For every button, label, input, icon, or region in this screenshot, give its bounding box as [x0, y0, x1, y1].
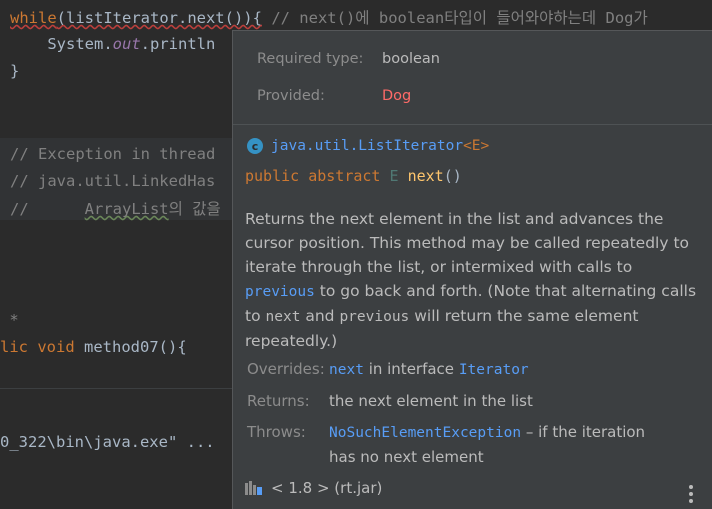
sig-name: next [407, 167, 444, 185]
provided-value: Dog [382, 88, 412, 104]
type-mismatch-section: Required type: boolean Provided: Dog [233, 31, 712, 123]
exception-link[interactable]: NoSuchElementException [329, 425, 521, 441]
arraylist-word: ArrayList [84, 200, 169, 218]
next-code: next [265, 309, 301, 325]
more-vertical-icon[interactable] [689, 485, 693, 503]
overrides-method-link[interactable]: next [329, 362, 364, 378]
overrides-mid: in interface [363, 360, 459, 378]
comment-suffix: 의 값을 [168, 200, 221, 218]
method-declaration[interactable]: lic void method07(){ [0, 335, 187, 359]
documentation-section: c java.util.ListIterator<E> public abstr… [233, 125, 712, 509]
class-link[interactable]: java.util.ListIterator<E> [271, 138, 489, 154]
sig-type: E [389, 167, 399, 185]
code-line-println[interactable]: System.out.println [10, 32, 215, 56]
previous-code: previous [339, 309, 410, 325]
throws-value: NoSuchElementException – if the iteratio… [329, 420, 669, 469]
code-line-close-brace[interactable]: } [10, 59, 19, 83]
returns-label: Returns: [247, 392, 310, 410]
quick-documentation-popup[interactable]: Required type: boolean Provided: Dog c j… [232, 30, 712, 509]
class-generic: <E> [463, 138, 490, 154]
overrides-label: Overrides: [247, 360, 325, 378]
throws-label: Throws: [247, 423, 306, 441]
inline-comment: // next()에 boolean타입이 들어와야하는데 Dog가 [261, 9, 648, 27]
method-parens: (){ [158, 338, 187, 356]
desc-text-3: and [300, 307, 340, 325]
returns-value: the next element in the list [329, 392, 533, 410]
desc-text-1: Returns the next element in the list and… [245, 210, 690, 276]
provided-label: Provided: [257, 88, 325, 104]
class-header[interactable]: c java.util.ListIterator<E> [247, 135, 489, 157]
keyword-while: while [10, 9, 57, 27]
method-modifiers: lic void [0, 338, 84, 356]
method-signature: public abstract E next() [245, 167, 462, 185]
method-name: method07 [84, 338, 159, 356]
out-field: out [112, 35, 141, 53]
system-prefix: System. [10, 35, 113, 53]
while-condition: (listIterator.next()){ [56, 9, 262, 27]
library-footer: < 1.8 > (rt.jar) [245, 479, 382, 497]
comment-exception[interactable]: // Exception in thread [10, 142, 215, 166]
sig-abstract: abstract [308, 167, 381, 185]
javadoc-star: * [0, 311, 19, 329]
overrides-value: next in interface Iterator [329, 357, 669, 382]
code-line-while[interactable]: while(listIterator.next()){ // next()에 b… [10, 6, 648, 30]
method-description: Returns the next element in the list and… [245, 207, 697, 353]
sig-public: public [245, 167, 300, 185]
class-name: java.util.ListIterator [271, 138, 464, 154]
sig-parens: () [443, 167, 462, 185]
required-type-label: Required type: [257, 51, 364, 67]
library-text: < 1.8 > (rt.jar) [271, 479, 383, 497]
run-command-line[interactable]: 0_322\bin\java.exe" ... [0, 433, 215, 451]
required-type-value: boolean [382, 51, 440, 67]
comment-arraylist[interactable]: // ArrayList의 값을 [10, 197, 221, 221]
println-suffix: .println [140, 35, 216, 53]
comment-linkedhash[interactable]: // java.util.LinkedHas [10, 169, 215, 193]
comment-prefix: // [10, 200, 85, 218]
iterator-link[interactable]: Iterator [459, 362, 529, 378]
previous-link[interactable]: previous [245, 284, 315, 300]
class-icon: c [247, 138, 263, 154]
library-icon [245, 481, 263, 495]
